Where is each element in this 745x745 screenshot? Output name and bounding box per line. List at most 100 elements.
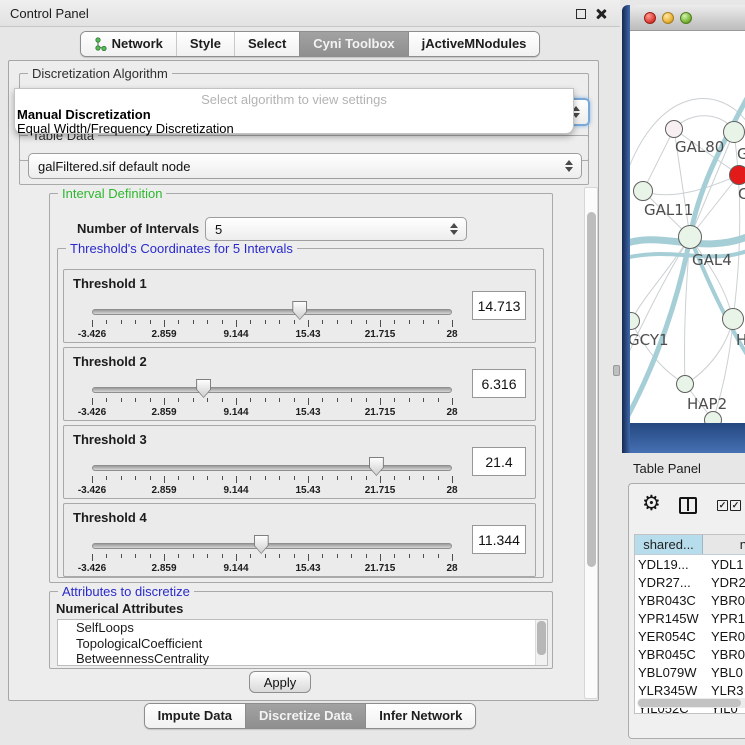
cell-name: YDL1 [705, 555, 745, 573]
network-node-label: GAL11 [644, 201, 693, 219]
threshold-slider-thumb[interactable] [196, 379, 211, 398]
minimize-traffic-light[interactable] [662, 12, 674, 24]
tick-mark [279, 476, 280, 480]
threshold-value-field[interactable]: 14.713 [472, 291, 526, 320]
threshold-group: Threshold 3-3.4262.8599.14415.4321.71528… [63, 425, 536, 499]
gear-icon[interactable]: ⚙ [642, 493, 661, 514]
threshold-slider-track[interactable] [92, 387, 452, 393]
network-node-label: H [736, 331, 745, 349]
tick-mark [322, 398, 323, 402]
attributes-scrollbar[interactable] [535, 620, 547, 665]
column-header-name[interactable]: n [703, 535, 745, 554]
tick-mark [236, 476, 237, 483]
panel-splitter-handle[interactable] [613, 365, 620, 376]
tick-mark [409, 398, 410, 402]
tick-label: 9.144 [223, 329, 248, 340]
close-traffic-light[interactable] [644, 12, 656, 24]
network-window-titlebar[interactable] [630, 5, 745, 31]
network-node[interactable] [633, 181, 653, 201]
attributes-scrollbar-thumb[interactable] [537, 621, 546, 655]
tick-mark [380, 476, 381, 483]
tick-mark [394, 554, 395, 558]
tick-label: 21.715 [365, 563, 396, 574]
network-window-border [622, 5, 630, 453]
network-node[interactable] [722, 308, 744, 330]
table-row[interactable]: YER054CYER0 [635, 627, 745, 645]
tick-mark [265, 554, 266, 558]
list-item[interactable]: BetweennessCentrality [58, 651, 547, 666]
combo-arrows-icon [565, 160, 573, 172]
table-data-combobox[interactable]: galFiltered.sif default node [28, 153, 582, 179]
columns-icon[interactable] [679, 497, 697, 514]
panel-scrollbar[interactable] [584, 187, 598, 699]
threshold-value-field[interactable]: 6.316 [472, 369, 526, 398]
tick-label: 2.859 [151, 563, 176, 574]
tab-jactivemnodules[interactable]: jActiveMNodules [408, 32, 540, 56]
threshold-slider-track[interactable] [92, 465, 452, 471]
threshold-value-field[interactable]: 11.344 [472, 525, 526, 554]
tab-impute-data[interactable]: Impute Data [145, 704, 245, 728]
apply-button[interactable]: Apply [249, 671, 311, 693]
tab-discretize-data[interactable]: Discretize Data [245, 704, 365, 728]
threshold-group: Threshold 4-3.4262.8599.14415.4321.71528… [63, 503, 536, 577]
tick-mark [294, 320, 295, 324]
network-node[interactable] [723, 121, 745, 143]
tick-mark [337, 398, 338, 402]
tick-mark [452, 554, 453, 561]
tick-mark [265, 476, 266, 480]
tick-mark [279, 398, 280, 402]
tab-cyni-toolbox[interactable]: Cyni Toolbox [299, 32, 407, 56]
table-row[interactable]: YDR27...YDR2 [635, 573, 745, 591]
network-node[interactable] [676, 375, 694, 393]
network-node[interactable] [665, 120, 683, 138]
tab-infer-network[interactable]: Infer Network [365, 704, 475, 728]
tab-select[interactable]: Select [234, 32, 299, 56]
dropdown-option-manual-discretization[interactable]: Manual Discretization [17, 107, 151, 122]
control-panel: Control Panel Network Style Select Cyni … [0, 0, 620, 745]
threshold-slider-track[interactable] [92, 309, 452, 315]
threshold-slider-thumb[interactable] [369, 457, 384, 476]
list-item[interactable]: TopologicalCoefficient [58, 636, 547, 652]
number-of-intervals-combobox[interactable]: 5 [205, 217, 467, 241]
table-row[interactable]: YBL079WYBL0 [635, 663, 745, 681]
tick-label: 15.43 [295, 407, 320, 418]
network-node[interactable] [729, 165, 745, 185]
panel-scrollbar-thumb[interactable] [587, 212, 596, 567]
threshold-slider-thumb[interactable] [292, 301, 307, 320]
network-view-window: GAL80GACGAL11GAL4GCY1HHAP2 [622, 5, 745, 453]
table-horizontal-scrollbar[interactable] [637, 698, 745, 708]
table-row[interactable]: YLR345WYLR3 [635, 681, 745, 699]
threshold-value-field[interactable]: 21.4 [472, 447, 526, 476]
tab-network[interactable]: Network [81, 32, 176, 56]
tick-label: 21.715 [365, 329, 396, 340]
list-item[interactable]: SelfLoops [58, 620, 547, 636]
zoom-traffic-light[interactable] [680, 12, 692, 24]
table-row[interactable]: YDL19...YDL1 [635, 555, 745, 573]
network-node[interactable] [678, 225, 702, 249]
threshold-slider-thumb[interactable] [254, 535, 269, 554]
threshold-slider-track[interactable] [92, 543, 452, 549]
table-row[interactable]: YBR043CYBR0 [635, 591, 745, 609]
tick-mark [351, 554, 352, 558]
table-hscrollbar-thumb[interactable] [638, 699, 741, 707]
tick-mark [423, 476, 424, 480]
checkbox-icon[interactable]: ✓ [730, 500, 741, 511]
table-row[interactable]: YPR145WYPR1 [635, 609, 745, 627]
network-canvas[interactable]: GAL80GACGAL11GAL4GCY1HHAP2 [630, 31, 745, 423]
slider-ticks: -3.4262.8599.14415.4321.71528 [92, 398, 452, 420]
tick-mark [236, 554, 237, 561]
cell-shared-name: YPR145W [635, 609, 705, 627]
column-header-shared-name[interactable]: shared... [635, 535, 703, 554]
table-row[interactable]: YBR045CYBR0 [635, 645, 745, 663]
tick-mark [322, 476, 323, 480]
dropdown-option-equal-width-frequency[interactable]: Equal Width/Frequency Discretization [17, 121, 234, 136]
close-icon[interactable] [595, 8, 607, 20]
node-table[interactable]: shared... n YDL19...YDL1YDR27...YDR2YBR0… [634, 534, 745, 714]
float-window-icon[interactable] [576, 9, 586, 19]
tick-mark [135, 398, 136, 402]
tick-label: 28 [446, 407, 457, 418]
tab-style[interactable]: Style [176, 32, 234, 56]
tick-mark [337, 476, 338, 480]
checkbox-icon[interactable]: ✓ [717, 500, 728, 511]
numerical-attributes-list[interactable]: SelfLoopsTopologicalCoefficientBetweenne… [57, 619, 548, 666]
